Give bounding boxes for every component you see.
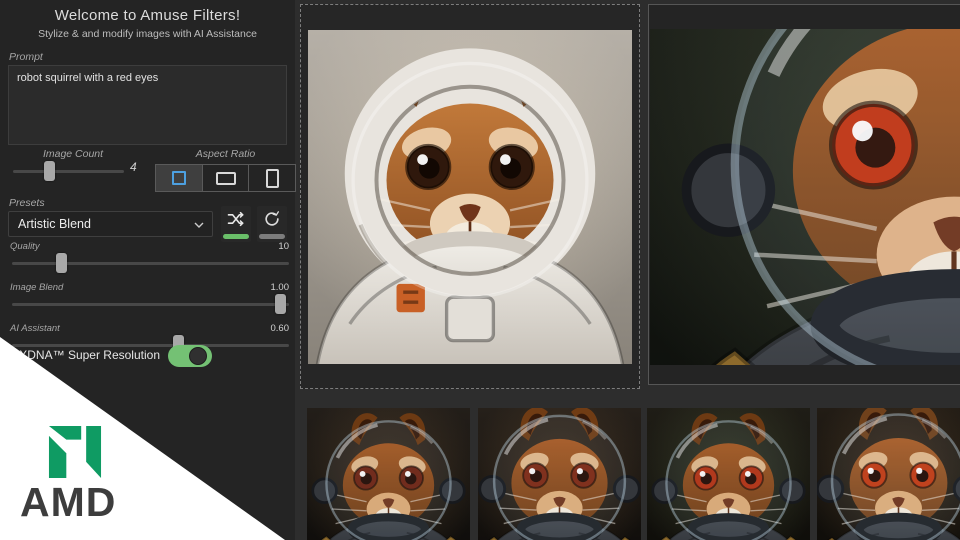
thumbnail-2[interactable] <box>478 408 641 540</box>
aspect-ratio-label: Aspect Ratio <box>195 148 256 160</box>
aspect-option-portrait[interactable] <box>249 165 295 191</box>
presets-label: Presets <box>9 197 45 209</box>
refresh-active-indicator <box>259 234 285 239</box>
super-resolution-row: XDNA™ Super Resolution <box>0 344 295 368</box>
quality-label: Quality <box>10 241 40 252</box>
image-count-slider[interactable] <box>13 161 124 181</box>
image-count-label: Image Count <box>42 148 104 160</box>
quality-slider[interactable] <box>12 253 289 273</box>
presets-dropdown[interactable]: Artistic Blend <box>8 211 213 237</box>
image-blend-slider-group: Image Blend 1.00 <box>0 282 295 320</box>
aspect-ratio-group: Aspect Ratio <box>155 148 296 192</box>
prompt-label: Prompt <box>9 51 43 63</box>
generated-image-main-right[interactable] <box>650 29 960 365</box>
image-count-value: 4 <box>130 160 137 174</box>
aspect-option-landscape[interactable] <box>203 165 250 191</box>
toggle-knob <box>189 347 207 365</box>
image-blend-slider-handle[interactable] <box>275 294 287 314</box>
image-blend-label: Image Blend <box>10 282 64 293</box>
app-title: Welcome to Amuse Filters! <box>54 7 241 24</box>
shuffle-active-indicator <box>223 234 249 239</box>
chevron-down-icon <box>194 222 204 228</box>
quality-value: 10 <box>278 241 289 252</box>
shuffle-button[interactable] <box>221 206 251 242</box>
aspect-square-icon <box>171 171 186 185</box>
super-resolution-toggle[interactable] <box>168 345 212 367</box>
ai-assistant-value: 0.60 <box>270 323 290 334</box>
thumbnail-1[interactable] <box>307 408 470 540</box>
app-subtitle: Stylize & and modify images with AI Assi… <box>38 28 257 40</box>
presets-selected-value: Artistic Blend <box>18 217 91 231</box>
quality-slider-group: Quality 10 <box>0 241 295 279</box>
aspect-ratio-control <box>155 164 296 192</box>
amd-arrow-logo-icon <box>48 425 102 479</box>
image-count-slider-handle[interactable] <box>44 161 56 181</box>
image-blend-value: 1.00 <box>270 282 290 293</box>
refresh-button[interactable] <box>257 206 287 242</box>
shuffle-icon <box>227 211 244 227</box>
image-blend-slider[interactable] <box>12 294 289 314</box>
thumbnail-3[interactable] <box>647 408 810 540</box>
amd-logo-text: AMD <box>20 479 117 525</box>
prompt-input[interactable]: robot squirrel with a red eyes <box>8 65 287 145</box>
quality-slider-handle[interactable] <box>56 253 68 273</box>
ai-assistant-label: AI Assistant <box>10 323 60 334</box>
aspect-landscape-icon <box>215 171 236 185</box>
selected-image-panel <box>300 4 640 389</box>
thumbnail-4[interactable] <box>817 408 960 540</box>
refresh-icon <box>265 211 279 226</box>
canvas-area <box>295 0 960 540</box>
preview-image-panel <box>648 4 960 385</box>
aspect-option-square[interactable] <box>156 165 203 191</box>
generated-image-main-left[interactable] <box>308 30 632 364</box>
aspect-portrait-icon <box>265 168 279 188</box>
image-count-group: Image Count <box>8 148 138 181</box>
